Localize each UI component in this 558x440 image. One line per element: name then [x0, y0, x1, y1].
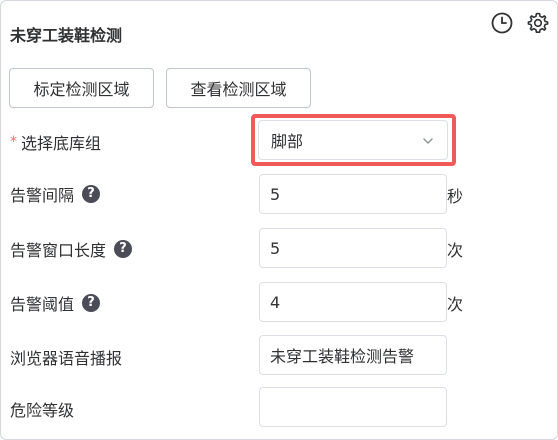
- alarm-threshold-label-row: 告警阈值 ?: [10, 291, 101, 315]
- clock-icon[interactable]: [490, 11, 514, 35]
- alarm-interval-input[interactable]: 5: [259, 174, 447, 214]
- base-group-label-row: * 选择底库组: [10, 130, 101, 154]
- browser-voice-label-row: 浏览器语音播报: [10, 345, 122, 369]
- alarm-interval-label-row: 告警间隔 ?: [10, 182, 101, 206]
- help-icon[interactable]: ?: [114, 240, 133, 258]
- alarm-window-label: 告警窗口长度: [10, 241, 107, 260]
- base-group-select[interactable]: 脚部: [258, 120, 448, 160]
- config-panel: 未穿工装鞋检测 标定检测区域 查看检测区域 * 选择底库组 脚部 告警间隔 ? …: [0, 0, 558, 440]
- alarm-threshold-label: 告警阈值: [10, 295, 75, 314]
- alarm-window-input[interactable]: 5: [259, 228, 447, 268]
- alarm-threshold-unit: 次: [447, 295, 464, 314]
- alarm-window-label-row: 告警窗口长度 ?: [10, 237, 133, 261]
- base-group-selected-value: 脚部: [271, 132, 304, 151]
- danger-level-label-row: 危险等级: [10, 397, 74, 421]
- browser-voice-input[interactable]: 未穿工装鞋检测告警: [259, 335, 447, 375]
- danger-level-input[interactable]: [259, 387, 447, 427]
- panel-title: 未穿工装鞋检测: [10, 26, 123, 45]
- chevron-down-icon: [421, 133, 435, 147]
- browser-voice-label: 浏览器语音播报: [10, 349, 123, 368]
- help-icon[interactable]: ?: [82, 185, 101, 203]
- danger-level-label: 危险等级: [10, 401, 75, 420]
- alarm-window-value: 5: [270, 238, 281, 258]
- help-icon[interactable]: ?: [82, 294, 101, 312]
- alarm-interval-unit: 秒: [447, 187, 464, 206]
- alarm-interval-label: 告警间隔: [10, 186, 75, 205]
- mark-detection-area-button[interactable]: 标定检测区域: [9, 68, 154, 108]
- browser-voice-value: 未穿工装鞋检测告警: [270, 347, 415, 366]
- base-group-label: 选择底库组: [21, 134, 102, 153]
- view-detection-area-button[interactable]: 查看检测区域: [166, 68, 311, 108]
- alarm-interval-value: 5: [270, 184, 281, 204]
- alarm-window-unit: 次: [447, 241, 464, 260]
- gear-icon[interactable]: [526, 11, 550, 35]
- alarm-threshold-value: 4: [270, 292, 281, 312]
- alarm-threshold-input[interactable]: 4: [259, 282, 447, 322]
- required-mark: *: [10, 134, 17, 150]
